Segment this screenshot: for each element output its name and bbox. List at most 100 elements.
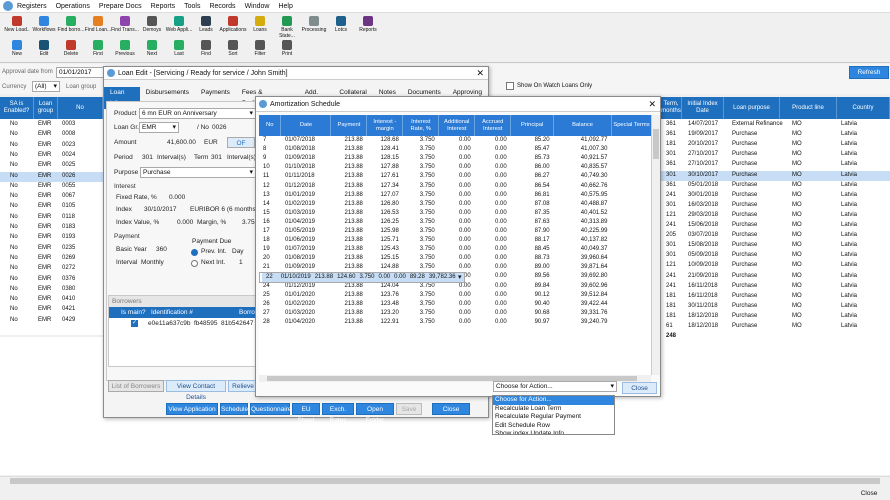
table-row[interactable]: 241 30/01/2018 Purchase MO Latvia	[661, 191, 890, 201]
table-row[interactable]: 26 01/02/2020 213.88 123.48 3.750 0.00 0.00 90.…	[259, 300, 652, 309]
table-row[interactable]: 18 01/06/2019 213.88 125.71 3.750 0.00 0.00 88.…	[259, 236, 652, 245]
action-select[interactable]: Choose for Action...	[493, 381, 617, 392]
toolbar-button-loans[interactable]: Loans	[246, 15, 274, 37]
toolbar-button-edit[interactable]: Edit	[30, 39, 58, 61]
table-row[interactable]: 21 01/09/2019 213.88 124.88 3.750 0.00 0.00 89.…	[259, 263, 652, 272]
table-row[interactable]: 9 01/09/2018 213.88 128.15 3.750 0.00 0.00 85.7…	[259, 154, 652, 163]
of-button[interactable]: OF	[227, 137, 255, 148]
toolbar-button-find-borrower[interactable]: Find borro...	[57, 15, 85, 37]
table-row[interactable]: 13 01/01/2019 213.88 127.07 3.750 0.00 0.00 86.…	[259, 191, 652, 200]
right-grid-header[interactable]: Product line	[780, 97, 837, 119]
menu-tools[interactable]: Tools	[184, 3, 200, 10]
amortization-column-header[interactable]: Accrued Interest	[474, 115, 512, 136]
table-row[interactable]: 361 19/09/2017 Purchase MO Latvia	[661, 130, 890, 140]
amortization-close-button[interactable]: Close	[622, 382, 657, 394]
footer-close-button[interactable]: Close	[850, 488, 888, 499]
amortization-column-header[interactable]: Principal	[510, 115, 555, 136]
table-row[interactable]: 10 01/10/2018 213.88 127.88 3.750 0.00 0.00 86.…	[259, 163, 652, 172]
table-row[interactable]: 7 01/07/2018 213.88 128.68 3.750 0.00 0.00 85.2…	[259, 136, 652, 145]
exch-rates-button[interactable]: Exch. Rates	[322, 403, 354, 424]
toolbar-button-find-trans[interactable]: Find Trans...	[111, 15, 139, 37]
relieve-button[interactable]: Relieve	[228, 380, 258, 392]
toolbar-button-last[interactable]: Last	[165, 39, 193, 61]
right-grid-header[interactable]: Initial Index Date	[682, 97, 724, 119]
table-row[interactable]: 28 01/04/2020 213.88 122.91 3.750 0.00 0.00 90.…	[259, 318, 652, 327]
toolbar-button-leads[interactable]: Leads	[192, 15, 220, 37]
table-row[interactable]: 301 15/08/2018 Purchase MO Latvia	[661, 241, 890, 251]
left-grid-header[interactable]: Loan group	[34, 97, 58, 119]
dropdown-option[interactable]: Show index Update Info	[493, 430, 614, 434]
menu-operations[interactable]: Operations	[56, 3, 90, 10]
purpose-select[interactable]: Purchase	[140, 167, 256, 178]
table-row[interactable]: No EMR 0380	[0, 285, 103, 295]
menu-window[interactable]: Window	[245, 3, 270, 10]
dropdown-option[interactable]: Edit Schedule Row	[493, 422, 614, 431]
table-row[interactable]: 61 18/12/2018 Purchase MO Latvia	[661, 322, 890, 332]
table-row[interactable]: 301 16/03/2018 Purchase MO Latvia	[661, 201, 890, 211]
table-row[interactable]: 241 16/11/2018 Purchase MO Latvia	[661, 282, 890, 292]
term-value[interactable]: 301	[211, 154, 222, 161]
table-row[interactable]: No EMR 0193	[0, 233, 103, 243]
table-row[interactable]: No EMR 0376	[0, 275, 103, 285]
table-row[interactable]: 301 30/10/2017 Purchase MO Latvia	[661, 170, 890, 181]
schedule-button[interactable]: Schedule	[220, 403, 248, 415]
prev-int-radio[interactable]	[191, 249, 198, 256]
table-row[interactable]: 121 10/09/2018 Purchase MO Latvia	[661, 261, 890, 271]
view-contact-details-button[interactable]: View Contact Details	[166, 380, 226, 401]
table-row[interactable]: No EMR 0235	[0, 244, 103, 254]
amortization-column-header[interactable]: Special Terms	[611, 115, 652, 136]
amortization-column-header[interactable]: Additional Interest	[438, 115, 476, 136]
table-row[interactable]: 181 16/11/2018 Purchase MO Latvia	[661, 292, 890, 302]
currency-select[interactable]: (All)	[32, 81, 60, 92]
save-button[interactable]: Save	[396, 403, 422, 415]
toolbar-button-previous[interactable]: Previous	[111, 39, 139, 61]
table-row[interactable]: 205 03/07/2018 Purchase MO Latvia	[661, 231, 890, 241]
table-row[interactable]: 15 01/03/2019 213.88 126.53 3.750 0.00 0.00 87.…	[259, 209, 652, 218]
table-row[interactable]: No EMR 0421	[0, 305, 103, 315]
is-main-checkbox[interactable]: ✓	[131, 320, 138, 327]
amortization-column-header[interactable]: Interest Rate, %	[402, 115, 440, 136]
toolbar-button-applications[interactable]: Applications	[219, 15, 247, 37]
basic-year-value[interactable]: 360	[156, 246, 167, 253]
table-row[interactable]: 181 18/12/2018 Purchase MO Latvia	[661, 312, 890, 322]
menu-reports[interactable]: Reports	[151, 3, 176, 10]
toolbar-button-bank-statement[interactable]: Bank State...	[273, 15, 301, 39]
left-grid-header[interactable]: No	[58, 97, 103, 119]
open-folder-button[interactable]: Open Folder	[356, 403, 394, 424]
table-row[interactable]: 27 01/03/2020 213.88 123.20 3.750 0.00 0.00 90.…	[259, 309, 652, 318]
table-row[interactable]: No EMR 0025	[0, 161, 103, 171]
table-row[interactable]: No EMR 0269	[0, 254, 103, 264]
toolbar-button-filter[interactable]: Filter	[246, 39, 274, 61]
table-row[interactable]: No EMR 0026	[0, 171, 103, 182]
toolbar-button-sort[interactable]: Sort	[219, 39, 247, 61]
toolbar-button-reports[interactable]: Reports	[354, 15, 382, 37]
table-row[interactable]: 181 30/11/2018 Purchase MO Latvia	[661, 302, 890, 312]
toolbar-button-processing[interactable]: Processing	[300, 15, 328, 37]
table-row[interactable]: No EMR 0105	[0, 202, 103, 212]
table-row[interactable]: No EMR 0410	[0, 295, 103, 305]
table-row[interactable]: 16 01/04/2019 213.88 126.25 3.750 0.00 0.00 87.…	[259, 218, 652, 227]
day-value[interactable]: 1	[239, 259, 243, 266]
dropdown-option[interactable]: Recalculate Regular Payment	[493, 413, 614, 422]
right-grid-header[interactable]: Country	[837, 97, 890, 119]
table-row[interactable]: 181 20/10/2017 Purchase MO Latvia	[661, 140, 890, 150]
list-of-borrowers-button[interactable]: List of Borrowers	[108, 380, 164, 392]
table-row[interactable]: 22 01/10/2019 213.88 124.60 3.750 0.00 0.00 89.…	[259, 272, 465, 284]
questionnaire-button[interactable]: Questionnaire	[250, 403, 291, 415]
menu-help[interactable]: Help	[278, 3, 292, 10]
table-row[interactable]: 361 05/01/2018 Purchase MO Latvia	[661, 181, 890, 191]
toolbar-button-print[interactable]: Print	[273, 39, 301, 61]
refresh-button[interactable]: Refresh	[849, 66, 889, 79]
table-row[interactable]: 11 01/11/2018 213.88 127.61 3.750 0.00 0.00 86.…	[259, 172, 652, 181]
right-grid-header[interactable]: Loan purpose	[724, 97, 780, 119]
watch-loans-checkbox[interactable]	[506, 82, 514, 90]
table-row[interactable]: 25 01/01/2020 213.88 123.76 3.750 0.00 0.00 90.…	[259, 291, 652, 300]
table-row[interactable]: No EMR 0008	[0, 130, 103, 140]
loan-group-select[interactable]: EMR	[139, 122, 179, 133]
toolbar-button-find-loan[interactable]: Find Loan...	[84, 15, 112, 37]
menu-registers[interactable]: Registers	[17, 3, 47, 10]
toolbar-button-next[interactable]: Next	[138, 39, 166, 61]
close-icon[interactable]: ✕	[648, 97, 656, 112]
product-select[interactable]: 6 mn EUR on Anniversary	[139, 108, 256, 119]
table-row[interactable]: No EMR 0024	[0, 151, 103, 161]
